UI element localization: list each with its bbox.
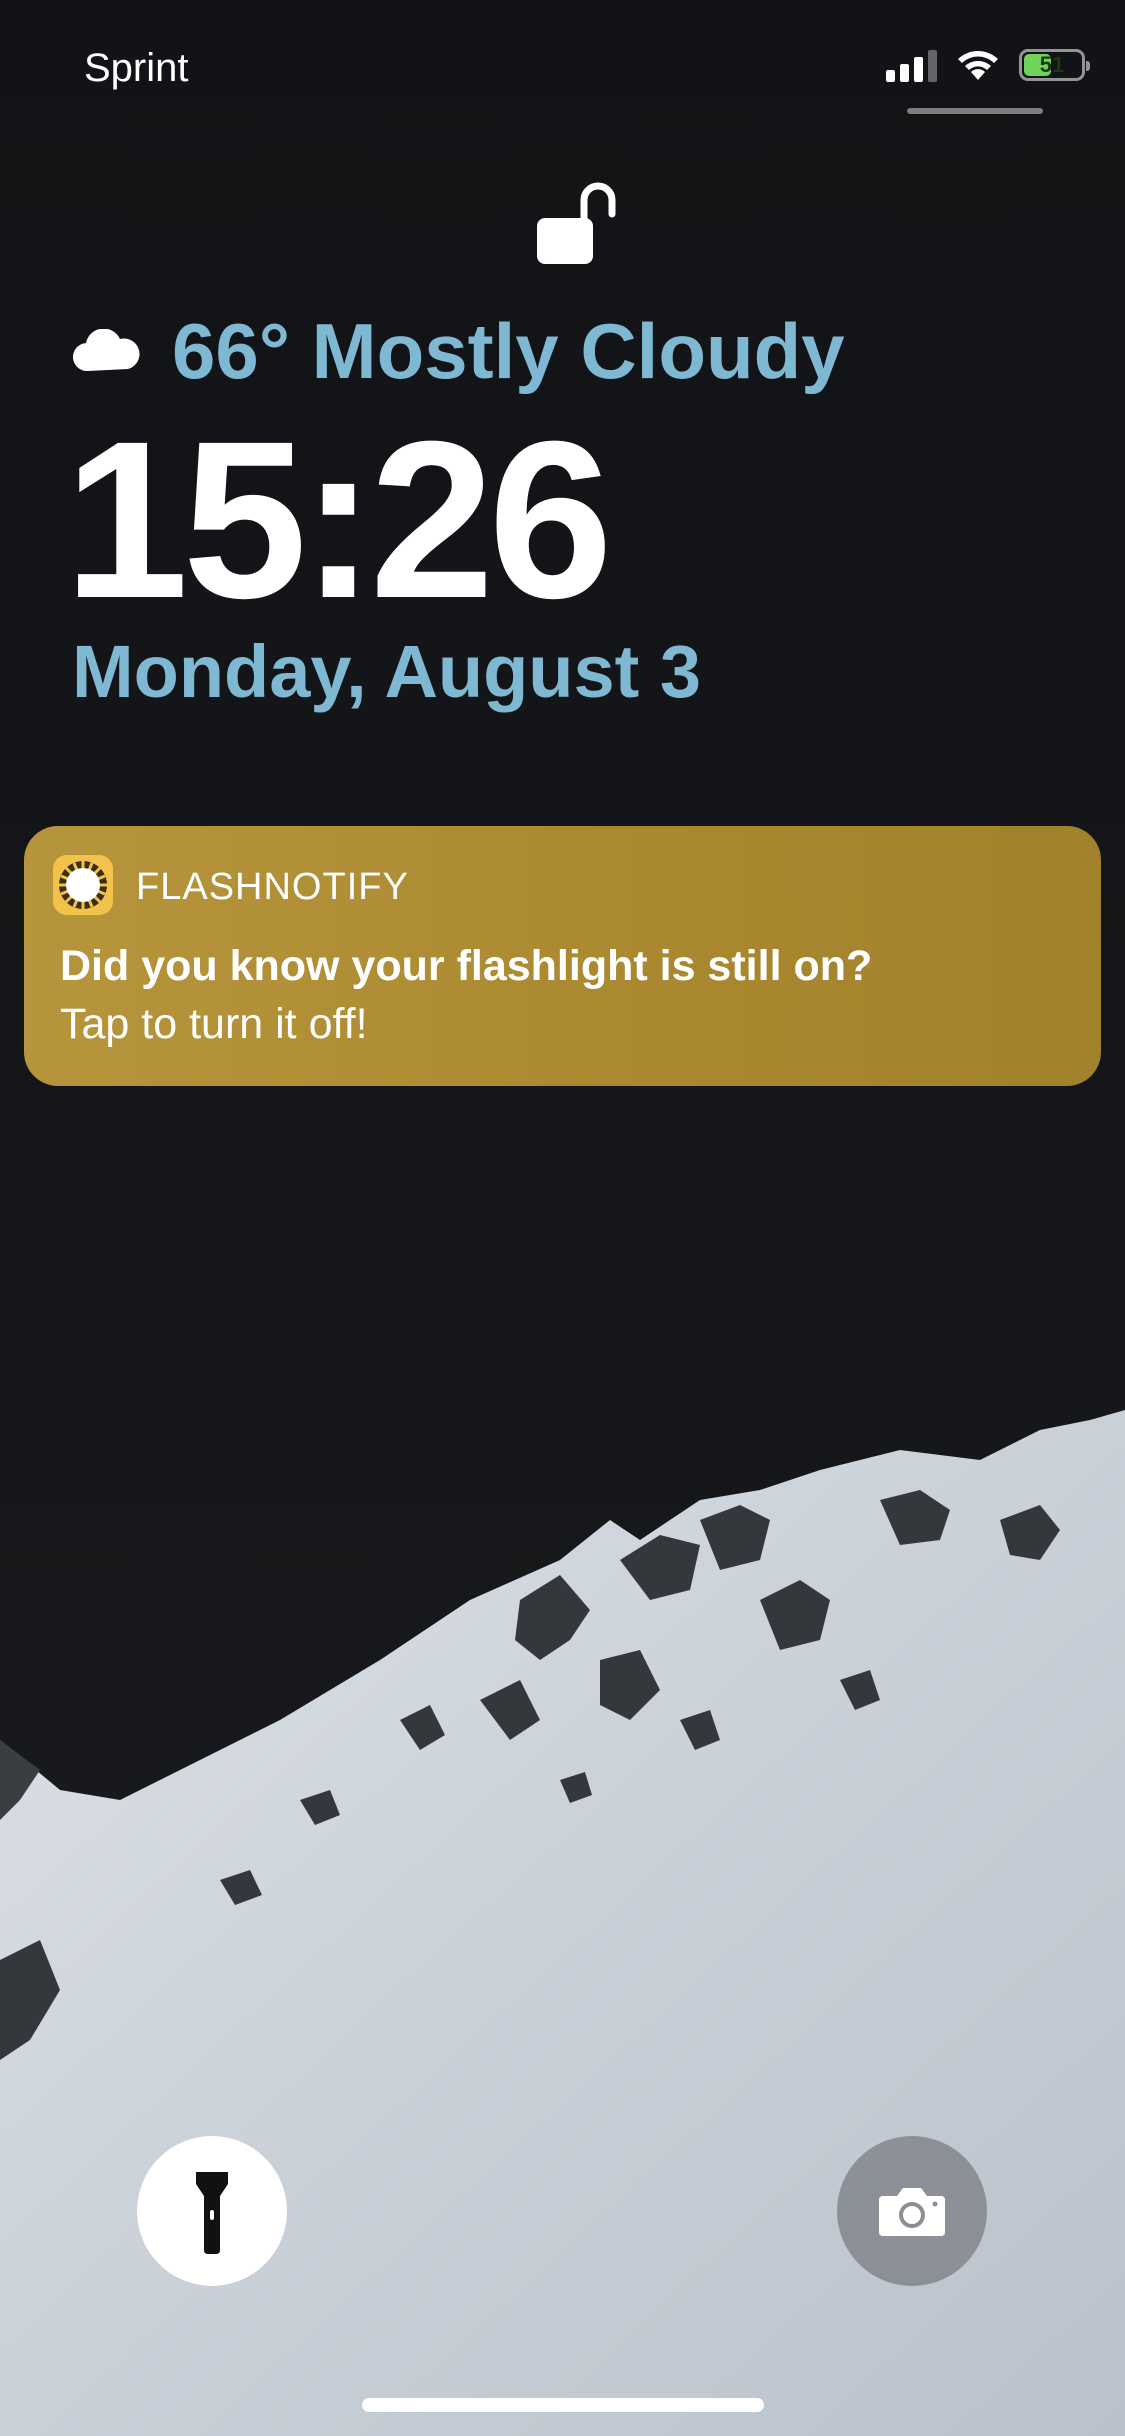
- app-name: FLASHNOTIFY: [136, 866, 409, 908]
- weather-text: 66° Mostly Cloudy: [172, 307, 845, 395]
- notification-card[interactable]: FLASHNOTIFY Did you know your flashlight…: [24, 826, 1101, 1086]
- battery-percent: 51: [1039, 52, 1065, 77]
- carrier-name: Sprint: [84, 46, 189, 90]
- cloud-icon: [72, 329, 140, 372]
- notification-title: Did you know your flashlight is still on…: [60, 942, 873, 990]
- notification-body: Tap to turn it off!: [60, 1000, 368, 1048]
- sun-icon: [53, 855, 113, 915]
- flashlight-button[interactable]: [137, 2136, 287, 2286]
- battery-icon: 51: [1019, 49, 1090, 81]
- app-icon: [53, 855, 113, 915]
- clock-time: 15:26: [64, 395, 613, 645]
- weather-widget[interactable]: 66° Mostly Cloudy: [72, 312, 845, 390]
- control-center-indicator[interactable]: [907, 108, 1043, 114]
- date-text: Monday, August 3: [72, 630, 701, 713]
- unlocked-padlock-icon: [537, 182, 616, 264]
- cellular-signal-icon: [886, 48, 937, 82]
- camera-button[interactable]: [837, 2136, 987, 2286]
- status-icons: 51: [886, 48, 1090, 82]
- camera-icon: [879, 2188, 945, 2236]
- flashlight-icon: [196, 2172, 228, 2254]
- wifi-icon: [958, 51, 998, 80]
- lock-screen: Sprint 51 66° Mostly Cloudy 15:26 Monday…: [0, 0, 1125, 2436]
- home-indicator[interactable]: [362, 2398, 764, 2412]
